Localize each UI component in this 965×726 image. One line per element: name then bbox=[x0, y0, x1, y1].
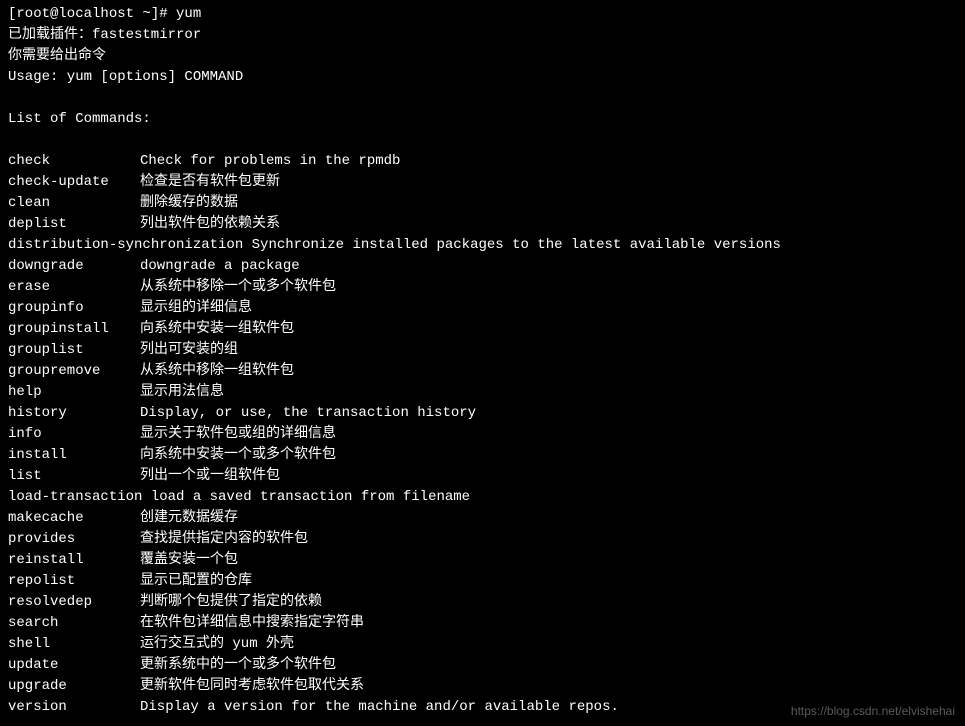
command-description: 显示关于软件包或组的详细信息 bbox=[140, 424, 336, 445]
command-description: Synchronize installed packages to the la… bbox=[243, 237, 781, 253]
command-description: downgrade a package bbox=[140, 256, 300, 277]
command-row: makecache创建元数据缓存 bbox=[8, 508, 957, 529]
command-row: groupremove从系统中移除一组软件包 bbox=[8, 361, 957, 382]
command-row: groupinstall向系统中安装一组软件包 bbox=[8, 319, 957, 340]
command-row: update更新系统中的一个或多个软件包 bbox=[8, 655, 957, 676]
command-row: load-transaction load a saved transactio… bbox=[8, 487, 957, 508]
command-description: 显示用法信息 bbox=[140, 382, 224, 403]
command-description: 运行交互式的 yum 外壳 bbox=[140, 634, 294, 655]
command-name: load-transaction bbox=[8, 489, 142, 505]
command-name: check bbox=[8, 151, 140, 172]
command-name: grouplist bbox=[8, 340, 140, 361]
command-row: clean删除缓存的数据 bbox=[8, 193, 957, 214]
command-name: search bbox=[8, 613, 140, 634]
command-row: repolist显示已配置的仓库 bbox=[8, 571, 957, 592]
command-description: 从系统中移除一个或多个软件包 bbox=[140, 277, 336, 298]
command-name: makecache bbox=[8, 508, 140, 529]
command-row: help显示用法信息 bbox=[8, 382, 957, 403]
command-name: list bbox=[8, 466, 140, 487]
command-row: info显示关于软件包或组的详细信息 bbox=[8, 424, 957, 445]
command-description: 列出一个或一组软件包 bbox=[140, 466, 280, 487]
list-of-commands-header: List of Commands: bbox=[8, 109, 957, 130]
watermark-text: https://blog.csdn.net/elvishehai bbox=[791, 702, 955, 720]
command-name: provides bbox=[8, 529, 140, 550]
command-description: 删除缓存的数据 bbox=[140, 193, 238, 214]
command-row: historyDisplay, or use, the transaction … bbox=[8, 403, 957, 424]
command-description: load a saved transaction from filename bbox=[142, 489, 470, 505]
command-row: grouplist列出可安装的组 bbox=[8, 340, 957, 361]
command-name: reinstall bbox=[8, 550, 140, 571]
prompt-line: [root@localhost ~]# yum bbox=[8, 4, 957, 25]
command-row: resolvedep判断哪个包提供了指定的依赖 bbox=[8, 592, 957, 613]
command-row: deplist列出软件包的依赖关系 bbox=[8, 214, 957, 235]
command-description: 列出可安装的组 bbox=[140, 340, 238, 361]
command-row: erase从系统中移除一个或多个软件包 bbox=[8, 277, 957, 298]
command-description: 列出软件包的依赖关系 bbox=[140, 214, 280, 235]
command-description: 从系统中移除一组软件包 bbox=[140, 361, 294, 382]
command-name: distribution-synchronization bbox=[8, 237, 243, 253]
command-description: 覆盖安装一个包 bbox=[140, 550, 238, 571]
command-row: search在软件包详细信息中搜索指定字符串 bbox=[8, 613, 957, 634]
command-row: checkCheck for problems in the rpmdb bbox=[8, 151, 957, 172]
command-name: repolist bbox=[8, 571, 140, 592]
command-name: groupinstall bbox=[8, 319, 140, 340]
command-row: install向系统中安装一个或多个软件包 bbox=[8, 445, 957, 466]
command-name: clean bbox=[8, 193, 140, 214]
command-description: 向系统中安装一组软件包 bbox=[140, 319, 294, 340]
command-name: help bbox=[8, 382, 140, 403]
command-description: 判断哪个包提供了指定的依赖 bbox=[140, 592, 322, 613]
command-name: groupinfo bbox=[8, 298, 140, 319]
command-description: Display, or use, the transaction history bbox=[140, 403, 476, 424]
command-name: erase bbox=[8, 277, 140, 298]
command-row: groupinfo显示组的详细信息 bbox=[8, 298, 957, 319]
command-description: 更新软件包同时考虑软件包取代关系 bbox=[140, 676, 364, 697]
command-name: history bbox=[8, 403, 140, 424]
command-row: reinstall覆盖安装一个包 bbox=[8, 550, 957, 571]
command-description: 向系统中安装一个或多个软件包 bbox=[140, 445, 336, 466]
need-command-line: 你需要给出命令 bbox=[8, 46, 957, 67]
command-name: shell bbox=[8, 634, 140, 655]
plugin-loaded-line: 已加载插件：fastestmirror bbox=[8, 25, 957, 46]
command-row: downgradedowngrade a package bbox=[8, 256, 957, 277]
blank-line bbox=[8, 88, 957, 109]
command-name: version bbox=[8, 697, 140, 718]
command-row: distribution-synchronization Synchronize… bbox=[8, 235, 957, 256]
terminal-output[interactable]: [root@localhost ~]# yum 已加载插件：fastestmir… bbox=[8, 4, 957, 718]
command-name: resolvedep bbox=[8, 592, 140, 613]
blank-line bbox=[8, 130, 957, 151]
command-name: install bbox=[8, 445, 140, 466]
command-description: 检查是否有软件包更新 bbox=[140, 172, 280, 193]
command-name: groupremove bbox=[8, 361, 140, 382]
command-description: 查找提供指定内容的软件包 bbox=[140, 529, 308, 550]
command-row: provides查找提供指定内容的软件包 bbox=[8, 529, 957, 550]
command-row: list列出一个或一组软件包 bbox=[8, 466, 957, 487]
command-name: deplist bbox=[8, 214, 140, 235]
command-description: Check for problems in the rpmdb bbox=[140, 151, 400, 172]
command-description: Display a version for the machine and/or… bbox=[140, 697, 619, 718]
command-description: 在软件包详细信息中搜索指定字符串 bbox=[140, 613, 364, 634]
command-name: check-update bbox=[8, 172, 140, 193]
command-row: shell运行交互式的 yum 外壳 bbox=[8, 634, 957, 655]
command-name: upgrade bbox=[8, 676, 140, 697]
command-description: 更新系统中的一个或多个软件包 bbox=[140, 655, 336, 676]
command-name: info bbox=[8, 424, 140, 445]
command-name: downgrade bbox=[8, 256, 140, 277]
command-description: 创建元数据缓存 bbox=[140, 508, 238, 529]
command-name: update bbox=[8, 655, 140, 676]
usage-line: Usage: yum [options] COMMAND bbox=[8, 67, 957, 88]
command-row: upgrade更新软件包同时考虑软件包取代关系 bbox=[8, 676, 957, 697]
command-description: 显示组的详细信息 bbox=[140, 298, 252, 319]
command-row: check-update检查是否有软件包更新 bbox=[8, 172, 957, 193]
commands-list: checkCheck for problems in the rpmdbchec… bbox=[8, 151, 957, 718]
command-description: 显示已配置的仓库 bbox=[140, 571, 252, 592]
